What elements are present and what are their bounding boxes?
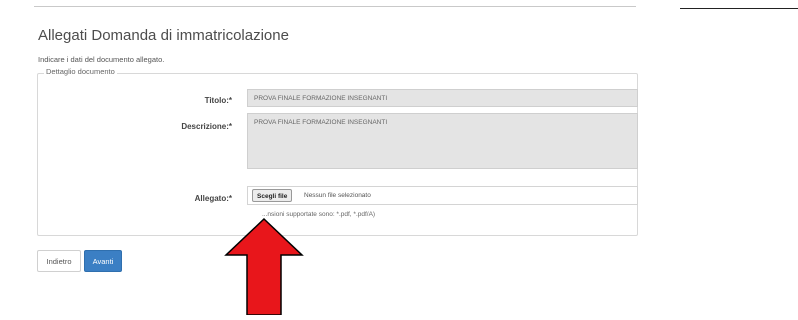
red-arrow-shape bbox=[224, 217, 304, 316]
back-button[interactable]: Indietro bbox=[37, 250, 81, 272]
top-divider bbox=[34, 6, 636, 7]
next-button[interactable]: Avanti bbox=[84, 250, 122, 272]
supported-extensions-hint: ...nsioni supportate sono: *.pdf, *.pdf/… bbox=[262, 211, 376, 218]
titolo-field[interactable]: PROVA FINALE FORMAZIONE INSEGNANTI bbox=[247, 89, 638, 107]
page-title: Allegati Domanda di immatricolazione bbox=[38, 27, 289, 44]
titolo-label: Titolo:* bbox=[204, 96, 232, 105]
top-divider-right bbox=[680, 8, 798, 9]
instructions-text: Indicare i dati del documento allegato. bbox=[38, 55, 165, 64]
descrizione-field[interactable]: PROVA FINALE FORMAZIONE INSEGNANTI bbox=[247, 113, 638, 169]
allegato-label: Allegato:* bbox=[194, 194, 232, 203]
descrizione-label: Descrizione:* bbox=[181, 122, 232, 131]
choose-file-button[interactable]: Scegli file bbox=[252, 189, 293, 202]
fieldset-legend: Dettaglio documento bbox=[44, 67, 117, 76]
file-input[interactable]: Scegli file Nessun file selezionato bbox=[247, 186, 638, 205]
red-arrow-up-icon bbox=[224, 217, 304, 316]
file-status-text: Nessun file selezionato bbox=[304, 192, 371, 199]
